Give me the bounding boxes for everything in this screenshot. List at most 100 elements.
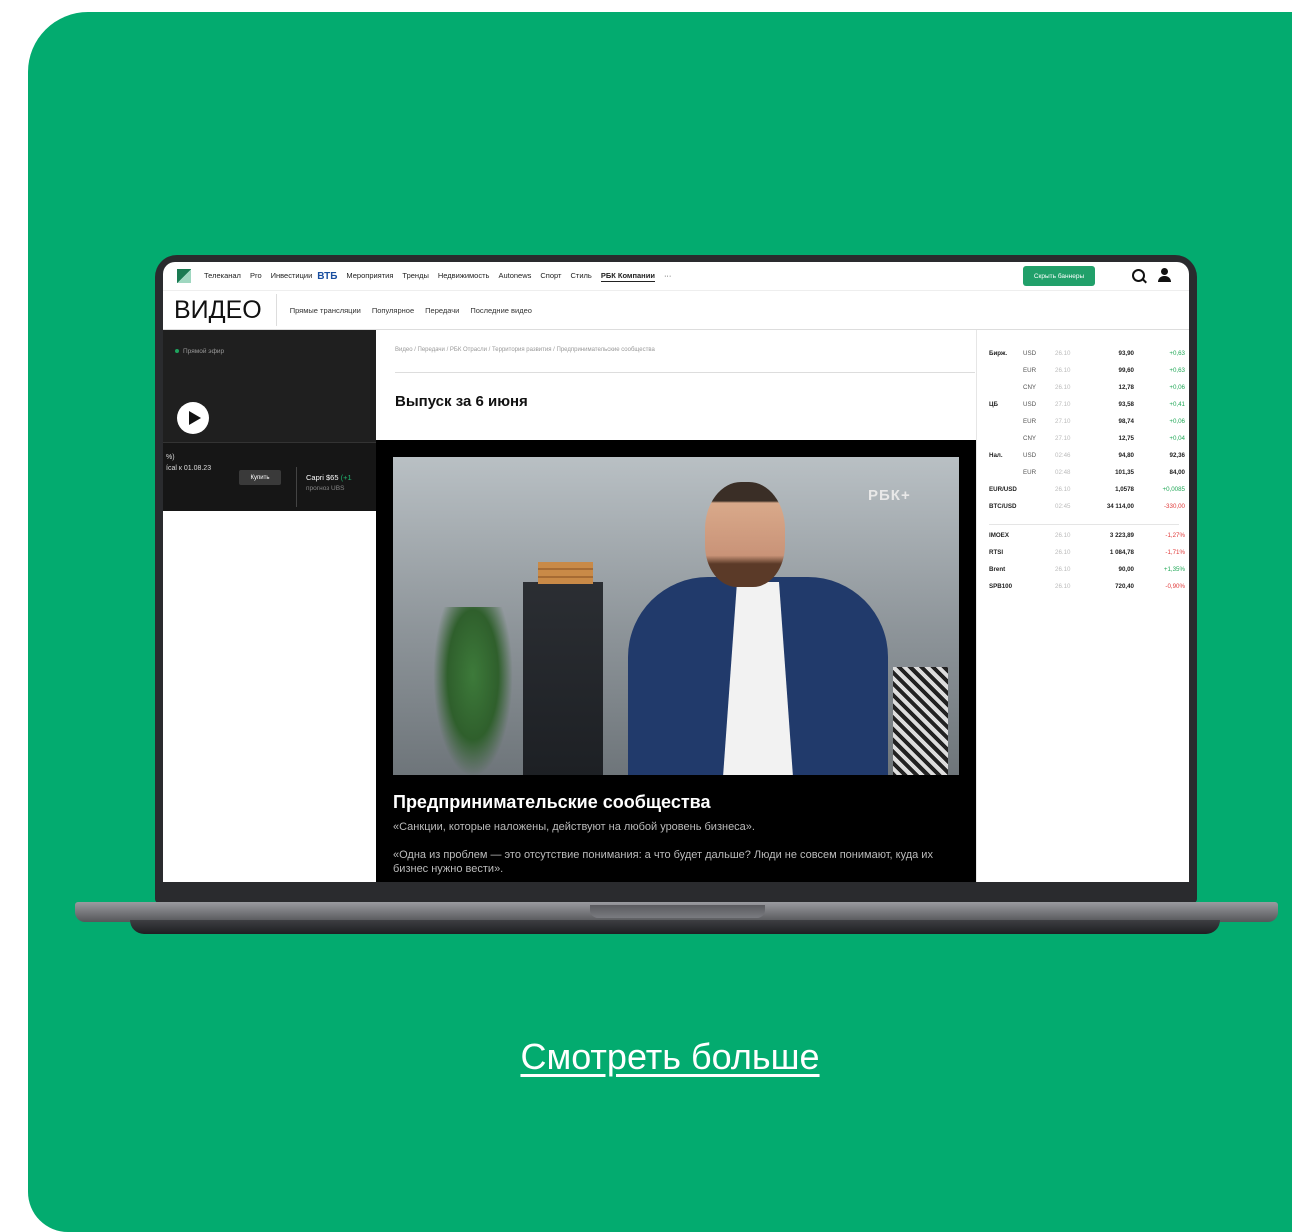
laptop-screen: Телеканал Pro Инвестиции ВТБ Мероприятия…: [163, 262, 1189, 882]
market-value: 1 084,78: [1109, 549, 1134, 556]
market-group: ЦБ: [989, 401, 998, 408]
market-change: +0,63: [1169, 350, 1185, 357]
live-label: Прямой эфир: [175, 348, 224, 355]
buy-button[interactable]: Купить: [239, 470, 281, 485]
market-change: +0,04: [1169, 435, 1185, 442]
nav-events[interactable]: Мероприятия: [346, 271, 393, 282]
promo-right-text[interactable]: Capri $65 (+1 прогноз UBS: [306, 472, 352, 494]
market-value: 101,35: [1115, 469, 1134, 476]
play-icon[interactable]: [177, 402, 209, 434]
market-row[interactable]: EUR 02:48 101,35 84,00: [989, 469, 1189, 481]
market-change: -330,00: [1164, 503, 1185, 510]
market-change: +0,06: [1169, 384, 1185, 391]
nav-realty[interactable]: Недвижимость: [438, 271, 490, 282]
laptop-notch: [590, 905, 765, 918]
market-date: 26.10: [1055, 486, 1071, 493]
market-group: RTSI: [989, 549, 1004, 556]
video-quote: «Одна из проблем — это отсутствие понима…: [393, 849, 933, 875]
rbc-logo-icon[interactable]: [177, 269, 191, 283]
market-group: Brent: [989, 566, 1006, 573]
market-value: 94,80: [1118, 452, 1134, 459]
see-more-link[interactable]: Смотреть больше: [0, 1036, 1292, 1078]
market-row[interactable]: EUR 26.10 99,60 +0,63: [989, 367, 1189, 379]
market-date: 26.10: [1055, 532, 1071, 539]
market-row[interactable]: RTSI 26.10 1 084,78 -1,71%: [989, 549, 1189, 561]
speaker-head: [705, 482, 785, 587]
market-group: Нал.: [989, 452, 1003, 459]
user-icon[interactable]: [1158, 268, 1172, 282]
more-icon[interactable]: ···: [664, 271, 672, 282]
market-change: +0,0085: [1162, 486, 1185, 493]
market-change: +0,63: [1169, 367, 1185, 374]
market-row[interactable]: Бирж. USD 26.10 93,90 +0,63: [989, 350, 1189, 362]
tab-live-streams[interactable]: Прямые трансляции: [290, 306, 361, 315]
nav-style[interactable]: Стиль: [570, 271, 591, 282]
market-date: 26.10: [1055, 549, 1071, 556]
market-value: 93,90: [1118, 350, 1134, 357]
market-row[interactable]: ЦБ USD 27.10 93,58 +0,41: [989, 401, 1189, 413]
market-cur: USD: [1023, 452, 1037, 459]
market-value: 99,60: [1118, 367, 1134, 374]
market-date: 26.10: [1055, 583, 1071, 590]
market-row[interactable]: Brent 26.10 90,00 +1,35%: [989, 566, 1189, 578]
market-date: 27.10: [1055, 401, 1071, 408]
chair-graphic: [893, 667, 948, 775]
search-icon[interactable]: [1132, 269, 1145, 282]
market-value: 720,40: [1115, 583, 1134, 590]
video-quote: «Санкции, которые наложены, действуют на…: [393, 821, 755, 833]
promo-left-text: %) ícal к 01.08.23: [166, 454, 212, 472]
market-change: -0,90%: [1165, 583, 1185, 590]
boxes-graphic: [538, 562, 593, 584]
market-group: BTC/USD: [989, 503, 1017, 510]
market-cur: CNY: [1023, 435, 1037, 442]
market-cur: USD: [1023, 350, 1037, 357]
page-title[interactable]: ВИДЕО: [174, 294, 277, 326]
hide-banners-button[interactable]: Скрыть баннеры: [1023, 266, 1095, 286]
plant-graphic: [433, 607, 513, 775]
market-date: 27.10: [1055, 418, 1071, 425]
rbk-plus-watermark: РБК+: [868, 487, 911, 504]
market-date: 26.10: [1055, 566, 1071, 573]
market-value: 90,00: [1118, 566, 1134, 573]
market-row[interactable]: CNY 26.10 12,78 +0,06: [989, 384, 1189, 396]
market-date: 27.10: [1055, 435, 1071, 442]
market-date: 02:48: [1055, 469, 1071, 476]
top-navigation: Телеканал Pro Инвестиции ВТБ Мероприятия…: [163, 262, 1189, 291]
video-heading: Предпринимательские сообщества: [393, 792, 711, 812]
divider: [395, 372, 975, 373]
episode-title: Выпуск за 6 июня: [395, 393, 528, 410]
market-date: 26.10: [1055, 367, 1071, 374]
market-value: 3 223,89: [1109, 532, 1134, 539]
market-value: 12,75: [1118, 435, 1134, 442]
vtb-logo[interactable]: ВТБ: [317, 271, 337, 282]
market-cur: EUR: [1023, 418, 1037, 425]
market-row[interactable]: EUR/USD 26.10 1,0578 +0,0085: [989, 486, 1189, 498]
nav-autonews[interactable]: Autonews: [498, 271, 531, 282]
tab-latest-videos[interactable]: Последние видео: [470, 306, 532, 315]
nav-trends[interactable]: Тренды: [402, 271, 428, 282]
market-row[interactable]: IMOEX 26.10 3 223,89 -1,27%: [989, 532, 1189, 544]
tab-popular[interactable]: Популярное: [372, 306, 414, 315]
nav-tv[interactable]: Телеканал: [204, 271, 241, 282]
live-dot-icon: [175, 349, 179, 354]
breadcrumb[interactable]: Видео / Передачи / РБК Отрасли / Террито…: [395, 347, 655, 353]
nav-investments[interactable]: Инвестиции: [271, 271, 313, 282]
nav-sport[interactable]: Спорт: [540, 271, 561, 282]
nav-rbk-companies[interactable]: РБК Компании: [600, 271, 655, 282]
tab-shows[interactable]: Передачи: [425, 306, 459, 315]
divider: [989, 524, 1179, 525]
market-date: 02:45: [1055, 503, 1071, 510]
market-row[interactable]: CNY 27.10 12,75 +0,04: [989, 435, 1189, 447]
market-change: +0,41: [1169, 401, 1185, 408]
market-row[interactable]: EUR 27.10 98,74 +0,06: [989, 418, 1189, 430]
nav-pro[interactable]: Pro: [250, 271, 262, 282]
video-player[interactable]: РБК+: [393, 457, 959, 775]
divider: [296, 467, 297, 507]
market-row[interactable]: BTC/USD 02:45 34 114,00 -330,00: [989, 503, 1189, 515]
market-date: 26.10: [1055, 384, 1071, 391]
market-change: 84,00: [1169, 469, 1185, 476]
shelf-graphic: [523, 582, 603, 775]
market-cur: EUR: [1023, 367, 1037, 374]
market-row[interactable]: SPB100 26.10 720,40 -0,90%: [989, 583, 1189, 595]
market-row[interactable]: Нал. USD 02:46 94,80 92,36: [989, 452, 1189, 464]
